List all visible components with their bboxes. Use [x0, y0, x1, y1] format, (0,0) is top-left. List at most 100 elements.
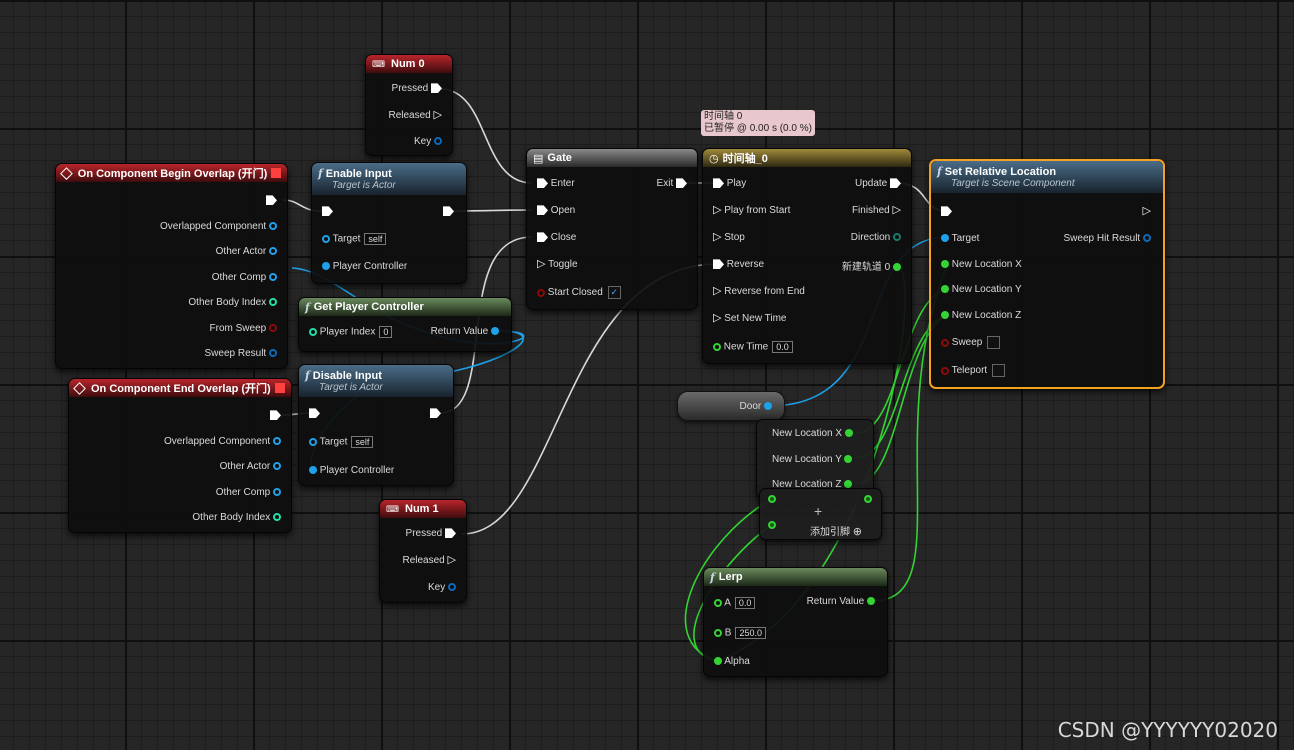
set-rel-z-pin[interactable]: New Location Z	[941, 310, 1021, 321]
set-relative-location-node[interactable]: f Set Relative Location Target is Scene …	[929, 159, 1165, 389]
b-value[interactable]: 250.0	[735, 627, 766, 639]
make-vector-node[interactable]: New Location X New Location Y New Locati…	[756, 419, 874, 499]
begin-overlap-node[interactable]: On Component Begin Overlap (开门) Overlapp…	[55, 163, 288, 369]
num0-node[interactable]: ⌨ Num 0 Pressed Released ▷ Key	[365, 54, 453, 156]
object-pin-icon	[491, 327, 499, 336]
get-player-controller-node[interactable]: f Get Player Controller Player Index 0 Ret…	[298, 297, 512, 352]
new-time-value[interactable]: 0.0	[772, 341, 793, 353]
object-pin-icon	[269, 247, 277, 256]
gate-start-closed-pin[interactable]: Start Closed ✓	[537, 286, 621, 299]
teleport-checkbox[interactable]	[992, 364, 1006, 377]
set-rel-exec-out[interactable]: ▷	[1143, 206, 1151, 217]
gate-toggle-pin[interactable]: ▷ Toggle	[537, 259, 578, 270]
gate-node[interactable]: ▤ Gate Enter Exit Open Close ▷ Toggle Sta…	[526, 148, 698, 310]
lerp-node[interactable]: f Lerp A 0.0 B 250.0 Alpha Return Value	[703, 567, 888, 677]
add-node-b-pin[interactable]	[768, 520, 776, 531]
get-pc-index-pin[interactable]: Player Index 0	[309, 326, 393, 338]
float-pin-icon	[714, 629, 722, 637]
disable-target-pin[interactable]: Target self	[309, 436, 374, 448]
disable-exec-in[interactable]	[309, 408, 320, 419]
enable-exec-out[interactable]	[443, 206, 454, 217]
begin-pin-body-index[interactable]: Other Body Index	[188, 297, 277, 308]
lerp-alpha-pin[interactable]: Alpha	[714, 656, 750, 667]
begin-pin-other-actor[interactable]: Other Actor	[216, 246, 277, 257]
bool-pin-icon	[269, 324, 277, 333]
pin-label: Sweep	[951, 337, 983, 349]
set-rel-title: Set Relative Location	[944, 166, 1057, 178]
pin-label: Key	[413, 136, 432, 147]
end-pin-other-actor[interactable]: Other Actor	[220, 461, 281, 472]
pin-label: Overlapped Component	[164, 436, 271, 447]
timeline-direction-pin[interactable]: Direction	[851, 232, 901, 243]
num1-pressed-pin[interactable]: Pressed	[406, 528, 456, 539]
begin-pin-sweep-result[interactable]: Sweep Result	[205, 348, 277, 359]
end-pin-body-index[interactable]: Other Body Index	[192, 512, 281, 523]
enable-exec-in[interactable]	[322, 206, 333, 217]
begin-pin-overlapped[interactable]: Overlapped Component	[160, 221, 277, 232]
timeline-play-pin[interactable]: Play	[713, 178, 746, 189]
get-pc-return-pin[interactable]: Return Value	[431, 326, 499, 337]
disable-input-node[interactable]: f Disable Input Target is Actor Target se…	[298, 364, 454, 486]
lerp-b-pin[interactable]: B 250.0	[714, 627, 766, 639]
a-value[interactable]: 0.0	[734, 597, 756, 609]
set-rel-teleport-pin[interactable]: Teleport	[941, 364, 1006, 377]
timeline-node[interactable]: ◷ 时间轴_0 Play ▷ Play from Start ▷ Stop Rev…	[702, 148, 912, 364]
gate-close-pin[interactable]: Close	[537, 232, 576, 243]
exec-pin-icon: ▷	[892, 204, 901, 217]
end-pin-overlapped[interactable]: Overlapped Component	[164, 436, 281, 447]
begin-pin-other-comp[interactable]: Other Comp	[212, 272, 277, 283]
num0-pressed-pin[interactable]: Pressed	[392, 83, 442, 94]
index-value: 0	[379, 326, 393, 338]
add-node-out-pin[interactable]	[864, 494, 872, 505]
set-rel-x-pin[interactable]: New Location X	[941, 259, 1022, 270]
door-output-pin[interactable]: Door	[740, 401, 772, 412]
disable-pc-pin[interactable]: Player Controller	[309, 465, 394, 476]
add-pin-node[interactable]: + 添加引脚 ⊕	[759, 488, 882, 540]
timeline-new-time-pin[interactable]: New Time 0.0	[713, 341, 793, 353]
gate-exit-pin[interactable]: Exit	[657, 178, 687, 189]
set-rel-target-pin[interactable]: Target	[941, 233, 979, 244]
lerp-a-pin[interactable]: A 0.0	[714, 597, 756, 609]
gate-open-pin[interactable]: Open	[537, 205, 575, 216]
end-exec-out[interactable]	[270, 410, 281, 421]
make-vec-x-pin[interactable]: New Location X	[772, 428, 853, 439]
function-icon: f	[937, 165, 942, 178]
timeline-stop-pin[interactable]: ▷ Stop	[713, 232, 745, 243]
add-pin-button[interactable]: 添加引脚 ⊕	[810, 523, 862, 538]
timeline-finished-pin[interactable]: Finished ▷	[852, 205, 901, 216]
lerp-return-pin[interactable]: Return Value	[807, 596, 875, 607]
num1-key-pin[interactable]: Key	[428, 582, 456, 593]
num0-key-pin[interactable]: Key	[414, 136, 442, 147]
start-closed-checkbox[interactable]: ✓	[607, 286, 621, 299]
pin-label: Enter	[550, 178, 575, 189]
set-rel-sweep-hit-pin[interactable]: Sweep Hit Result	[1064, 233, 1151, 244]
door-variable-node[interactable]: Door	[677, 391, 785, 421]
enable-input-node[interactable]: f Enable Input Target is Actor Target sel…	[311, 162, 467, 284]
pin-label: Start Closed	[547, 287, 603, 299]
set-rel-y-pin[interactable]: New Location Y	[941, 284, 1022, 295]
enable-pc-pin[interactable]: Player Controller	[322, 261, 407, 272]
set-rel-sweep-pin[interactable]: Sweep	[941, 336, 1001, 349]
begin-exec-out[interactable]	[266, 195, 277, 206]
num1-node[interactable]: ⌨ Num 1 Pressed Released ▷ Key	[379, 499, 467, 603]
disable-exec-out[interactable]	[430, 408, 441, 419]
timeline-set-new-time-pin[interactable]: ▷ Set New Time	[713, 313, 787, 324]
num0-released-pin[interactable]: Released ▷	[388, 110, 442, 121]
num1-released-pin[interactable]: Released ▷	[402, 555, 456, 566]
timeline-track-pin[interactable]: 新建轨道 0	[842, 258, 901, 273]
add-node-a-pin[interactable]	[768, 494, 776, 505]
exec-pin-icon	[537, 178, 548, 189]
end-pin-other-comp[interactable]: Other Comp	[216, 487, 281, 498]
set-rel-exec-in[interactable]	[941, 206, 952, 217]
end-overlap-node[interactable]: On Component End Overlap (开门) Overlapped…	[68, 378, 292, 533]
begin-pin-from-sweep[interactable]: From Sweep	[210, 323, 277, 334]
enable-target-pin[interactable]: Target self	[322, 233, 387, 245]
timeline-play-from-start-pin[interactable]: ▷ Play from Start	[713, 205, 790, 216]
timeline-reverse-pin[interactable]: Reverse	[713, 259, 764, 270]
make-vec-y-pin[interactable]: New Location Y	[772, 454, 853, 465]
sweep-checkbox[interactable]	[987, 336, 1001, 349]
gate-enter-pin[interactable]: Enter	[537, 178, 575, 189]
timeline-reverse-from-end-pin[interactable]: ▷ Reverse from End	[713, 286, 805, 297]
timeline-update-pin[interactable]: Update	[855, 178, 901, 189]
add-circle-icon: ⊕	[852, 526, 862, 538]
